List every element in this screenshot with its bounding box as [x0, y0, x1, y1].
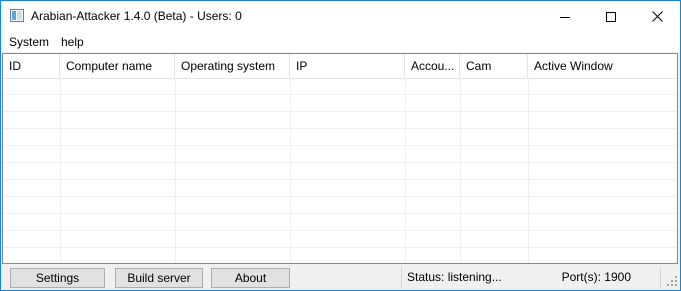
port-status: Port(s): 1900 [561, 270, 631, 284]
column-header-operating-system[interactable]: Operating system [175, 54, 290, 78]
window-title: Arabian-Attacker 1.4.0 (Beta) - Users: 0 [31, 9, 242, 23]
column-header-ip[interactable]: IP [290, 54, 405, 78]
menu-help[interactable]: help [61, 35, 84, 49]
empty-row [3, 248, 677, 263]
list-header: ID Computer name Operating system IP Acc… [3, 54, 677, 79]
about-button[interactable]: About [211, 268, 290, 288]
settings-button[interactable]: Settings [10, 268, 105, 288]
empty-row [3, 112, 677, 129]
empty-row [3, 95, 677, 112]
app-window: Arabian-Attacker 1.4.0 (Beta) - Users: 0… [0, 0, 681, 291]
close-icon [651, 11, 663, 22]
menu-system[interactable]: System [9, 35, 49, 49]
clients-list[interactable]: ID Computer name Operating system IP Acc… [2, 53, 678, 264]
maximize-icon [606, 11, 616, 22]
column-header-account[interactable]: Accou... [405, 54, 460, 78]
minimize-icon [560, 16, 570, 18]
empty-row [3, 197, 677, 214]
column-header-id[interactable]: ID [3, 54, 60, 78]
build-server-button[interactable]: Build server [115, 268, 203, 288]
empty-row [3, 78, 677, 95]
menu-bar: System help [1, 32, 680, 52]
close-button[interactable] [634, 1, 680, 32]
empty-row [3, 214, 677, 231]
app-window-icon[interactable] [10, 9, 24, 22]
column-header-computer-name[interactable]: Computer name [60, 54, 175, 78]
empty-row [3, 146, 677, 163]
status-divider [660, 267, 661, 288]
empty-row [3, 180, 677, 197]
empty-row [3, 231, 677, 248]
title-bar[interactable]: Arabian-Attacker 1.4.0 (Beta) - Users: 0 [1, 1, 680, 32]
resize-grip-icon[interactable] [666, 275, 678, 287]
column-header-active-window[interactable]: Active Window [528, 54, 677, 78]
maximize-button[interactable] [588, 1, 634, 32]
minimize-button[interactable] [542, 1, 588, 32]
status-bar: Settings Build server About Status: list… [1, 265, 680, 290]
column-header-cam[interactable]: Cam [460, 54, 528, 78]
empty-row [3, 163, 677, 180]
listening-status: Status: listening... [401, 267, 551, 288]
empty-row [3, 129, 677, 146]
